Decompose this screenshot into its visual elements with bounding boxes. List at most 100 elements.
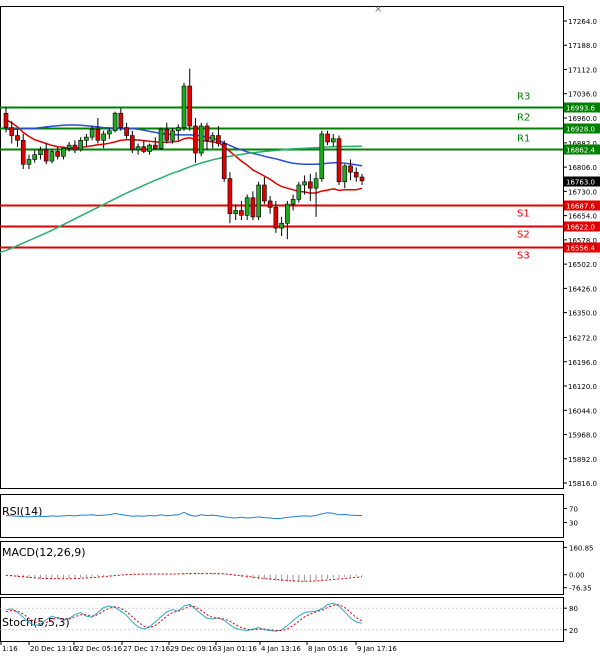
x-axis-label: 20 Dec 13:16 [30,645,78,653]
current-price-label: 16763.0 [566,179,595,187]
candle-up [107,130,112,135]
level-label-s3: S3 [517,251,530,262]
candle-down [141,146,147,152]
candle-up [285,203,290,224]
rsi-panel-frame [0,494,564,538]
level-axis-label-r2: 16928.0 [566,126,595,134]
candle-up [170,130,175,141]
candle-down [204,125,210,141]
candle-down [43,149,49,162]
price-y-tick-label: 17036.0 [568,91,597,99]
price-y-tick-label: 16426.0 [568,285,597,293]
candle-up [135,146,141,151]
candle-up [101,133,106,141]
level-axis-label-s3: 16556.4 [566,245,595,253]
x-axis-label: 9 Jan 17:16 [357,645,397,653]
macd-title: MACD(12,26,9) [2,546,86,559]
candle-up [89,128,95,138]
level-label-r3: R3 [517,92,530,103]
macd-y-tick-label: 0.00 [569,572,585,580]
candle-down [227,178,233,215]
price-y-tick-label: 16502.0 [568,261,597,269]
candle-up [84,136,89,141]
candle-up [78,140,83,151]
candle-down [359,176,365,182]
x-axis-label: 22 Dec 05:16 [75,645,123,653]
x-axis-label: 29 Dec 09:16 [170,645,218,653]
candle-down [353,171,359,178]
close-icon[interactable]: × [374,4,382,15]
level-label-r2: R2 [517,113,530,124]
candle-down [15,135,20,141]
candle-down [152,144,158,149]
price-y-tick-label: 17264.0 [568,18,597,26]
candle-up [181,85,187,128]
price-y-tick-label: 15968.0 [568,432,597,440]
candle-up [302,181,307,186]
price-y-tick-label: 16654.0 [568,213,597,221]
candle-down [193,125,198,154]
level-axis-label-s2: 16622.0 [566,224,595,232]
candle-down [9,127,15,136]
candle-up [319,133,325,179]
x-axis-label: 27 Dec 17:16 [123,645,171,653]
candle-up [256,184,261,218]
candle-up [290,199,296,205]
candle-down [239,210,244,216]
price-y-tick-label: 16272.0 [568,335,597,343]
price-y-tick-label: 17112.0 [568,66,597,74]
price-y-tick-label: 17188.0 [568,42,597,50]
level-axis-label-r1: 16862.4 [566,147,595,155]
candle-down [3,112,9,128]
candle-down [72,144,78,151]
stoch-panel-frame [0,597,564,642]
candle-up [26,159,32,165]
price-y-tick-label: 16960.0 [568,115,597,123]
candle-up [158,128,164,149]
chart-svg: ×17264.017188.017112.017036.016960.01688… [0,4,600,653]
x-axis-label: 1:16 [2,645,18,653]
level-axis-label-s1: 16687.6 [566,203,595,211]
x-axis-label: 8 Jan 05:16 [308,645,348,653]
price-y-tick-label: 15892.0 [568,456,597,464]
candle-up [66,144,72,149]
candle-down [262,184,267,202]
x-axis-label: 4 Jan 13:16 [261,645,301,653]
candle-down [216,135,221,144]
candle-up [330,138,336,143]
price-y-tick-label: 16120.0 [568,383,597,391]
price-y-tick-label: 16350.0 [568,310,597,318]
macd-y-tick-label: 160.85 [569,544,594,552]
level-label-s1: S1 [517,209,530,220]
candle-down [20,140,26,165]
candle-up [313,178,319,189]
candle-up [210,135,216,141]
candle-down [308,181,313,189]
price-y-tick-label: 15816.0 [568,480,597,488]
candle-up [342,165,348,183]
candle-up [112,112,118,132]
price-y-tick-label: 16196.0 [568,359,597,367]
rsi-y-tick-label: 70 [569,506,578,514]
candle-up [38,149,43,155]
candle-up [49,151,55,162]
candle-down [130,135,135,151]
level-label-s2: S2 [517,230,530,241]
candle-down [124,127,129,136]
rsi-y-tick-label: 30 [569,520,578,528]
candle-up [61,148,66,157]
candle-down [325,133,330,143]
candle-down [267,200,273,208]
candle-down [55,151,60,157]
candle-up [175,127,181,132]
candle-up [244,197,250,216]
candle-up [198,125,204,154]
price-y-tick-label: 16806.0 [568,164,597,172]
candle-down [250,197,256,218]
candle-down [348,165,353,173]
candle-up [147,144,152,152]
candle-up [279,222,284,229]
stoch-y-tick-label: 20 [569,627,578,635]
macd-y-tick-label: -76.35 [569,585,592,593]
candle-down [118,112,124,128]
